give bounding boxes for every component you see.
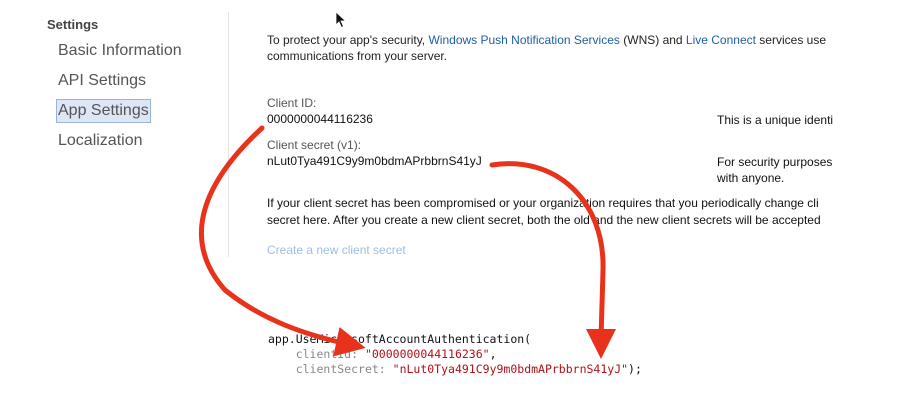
code-line-1: app.UseMicrosoftAccountAuthentication( bbox=[268, 332, 532, 346]
compromise-line2: secret here. After you create a new clie… bbox=[267, 213, 821, 227]
client-id-note: This is a unique identi bbox=[717, 113, 833, 127]
intro-part1: To protect your app's security, bbox=[267, 33, 429, 47]
sidebar-item-basic-information[interactable]: Basic Information bbox=[57, 40, 183, 62]
code-snippet: app.UseMicrosoftAccountAuthentication( c… bbox=[268, 332, 642, 376]
intro-part2: (WNS) and bbox=[619, 33, 686, 47]
mouse-pointer-icon bbox=[335, 11, 347, 29]
intro-line2: communications from your server. bbox=[267, 49, 448, 63]
settings-sidebar: Settings Basic Information API Settings … bbox=[0, 0, 228, 260]
client-id-value: 0000000044116236 bbox=[267, 112, 373, 126]
client-secret-label: Client secret (v1): bbox=[267, 138, 362, 152]
live-connect-link[interactable]: Live Connect bbox=[686, 33, 756, 47]
client-secret-note: For security purposes with anyone. bbox=[717, 154, 832, 186]
client-id-label: Client ID: bbox=[267, 96, 317, 110]
compromise-line1: If your client secret has been compromis… bbox=[267, 196, 819, 210]
intro-text: To protect your app's security, Windows … bbox=[267, 32, 833, 64]
app-settings-panel: To protect your app's security, Windows … bbox=[267, 0, 833, 270]
intro-part3: services use bbox=[755, 33, 826, 47]
compromise-text: If your client secret has been compromis… bbox=[267, 195, 833, 229]
wns-link[interactable]: Windows Push Notification Services bbox=[428, 33, 619, 47]
code-client-secret-value: "nLut0Tya491C9y9m0bdmAPrbbrnS41yJ" bbox=[392, 362, 629, 376]
code-line-end: ); bbox=[628, 362, 642, 376]
client-secret-note-line2: with anyone. bbox=[717, 171, 785, 185]
sidebar-item-localization[interactable]: Localization bbox=[57, 130, 144, 152]
sidebar-item-app-settings[interactable]: App Settings bbox=[56, 99, 151, 123]
create-client-secret-link[interactable]: Create a new client secret bbox=[267, 243, 406, 257]
code-client-secret-key: clientSecret: bbox=[295, 362, 393, 376]
sidebar-title: Settings bbox=[47, 17, 99, 32]
sidebar-item-api-settings[interactable]: API Settings bbox=[57, 70, 147, 92]
code-client-id-key: clientId: bbox=[295, 347, 365, 361]
sidebar-divider bbox=[228, 12, 229, 257]
client-secret-note-line1: For security purposes bbox=[717, 155, 833, 169]
code-client-id-value: "0000000044116236" bbox=[364, 347, 490, 361]
client-secret-value: nLut0Tya491C9y9m0bdmAPrbbrnS41yJ bbox=[267, 154, 482, 168]
